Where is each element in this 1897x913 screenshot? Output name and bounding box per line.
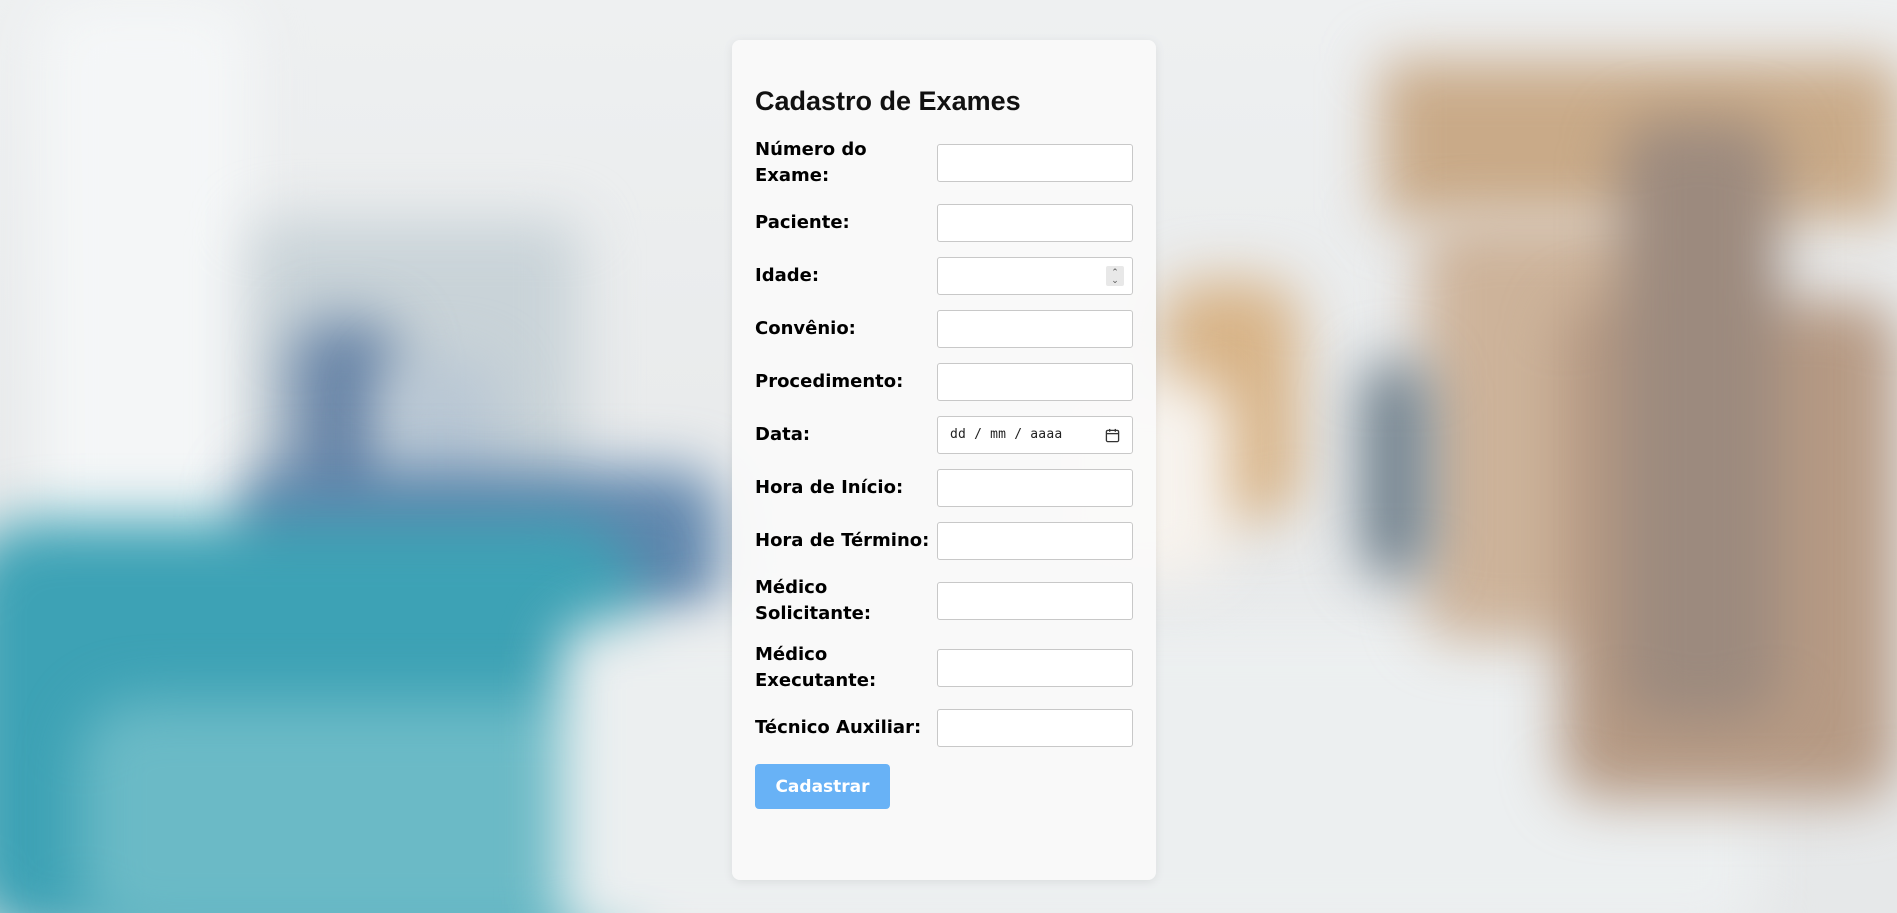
numero-exame-label: Número do Exame: [755, 139, 867, 186]
numero-exame-input[interactable] [938, 145, 1132, 181]
date-placeholder: dd / mm / aaaa [950, 427, 1063, 442]
hora-inicio-input[interactable] [938, 470, 1132, 506]
tecnico-auxiliar-field-box [937, 709, 1133, 747]
tecnico-auxiliar-input[interactable] [938, 710, 1132, 746]
numero-exame-field-box [937, 144, 1133, 182]
medico-solicitante-label: Médico Solicitante: [755, 577, 872, 624]
hora-termino-label: Hora de Término: [755, 530, 930, 551]
idade-label: Idade: [755, 265, 820, 286]
procedimento-field-box [937, 363, 1133, 401]
row-hora-termino: Hora de Término: [755, 522, 1133, 560]
row-idade: Idade: ⌃ ⌄ [755, 257, 1133, 295]
paciente-input[interactable] [938, 205, 1132, 241]
row-medico-solicitante: Médico Solicitante: [755, 575, 1133, 627]
row-hora-inicio: Hora de Início: [755, 469, 1133, 507]
procedimento-label: Procedimento: [755, 371, 904, 392]
convenio-label: Convênio: [755, 318, 856, 339]
cadastrar-button[interactable]: Cadastrar [755, 764, 890, 809]
medico-executante-label: Médico Executante: [755, 644, 877, 691]
row-numero-exame: Número do Exame: [755, 137, 1133, 189]
idade-field-box: ⌃ ⌄ [937, 257, 1133, 295]
medico-solicitante-input[interactable] [938, 583, 1132, 619]
hora-inicio-field-box [937, 469, 1133, 507]
idade-input[interactable] [938, 258, 1132, 294]
tecnico-auxiliar-label: Técnico Auxiliar: [755, 717, 922, 738]
hora-inicio-label: Hora de Início: [755, 477, 904, 498]
medico-solicitante-field-box [937, 582, 1133, 620]
medico-executante-input[interactable] [938, 650, 1132, 686]
convenio-field-box [937, 310, 1133, 348]
row-tecnico-auxiliar: Técnico Auxiliar: [755, 709, 1133, 747]
procedimento-input[interactable] [938, 364, 1132, 400]
row-procedimento: Procedimento: [755, 363, 1133, 401]
row-data: Data: dd / mm / aaaa [755, 416, 1133, 454]
spinner-icon[interactable]: ⌃ ⌄ [1106, 266, 1124, 286]
data-input[interactable]: dd / mm / aaaa [937, 416, 1133, 454]
row-paciente: Paciente: [755, 204, 1133, 242]
medico-executante-field-box [937, 649, 1133, 687]
hora-termino-field-box [937, 522, 1133, 560]
convenio-input[interactable] [938, 311, 1132, 347]
calendar-icon[interactable] [1105, 428, 1120, 443]
paciente-field-box [937, 204, 1133, 242]
exam-registration-card: Cadastro de Exames Número do Exame: Paci… [732, 40, 1156, 880]
hora-termino-input[interactable] [938, 523, 1132, 559]
row-convenio: Convênio: [755, 310, 1133, 348]
row-medico-executante: Médico Executante: [755, 642, 1133, 694]
paciente-label: Paciente: [755, 212, 850, 233]
data-label: Data: [755, 424, 811, 445]
form-title: Cadastro de Exames [755, 86, 1021, 116]
